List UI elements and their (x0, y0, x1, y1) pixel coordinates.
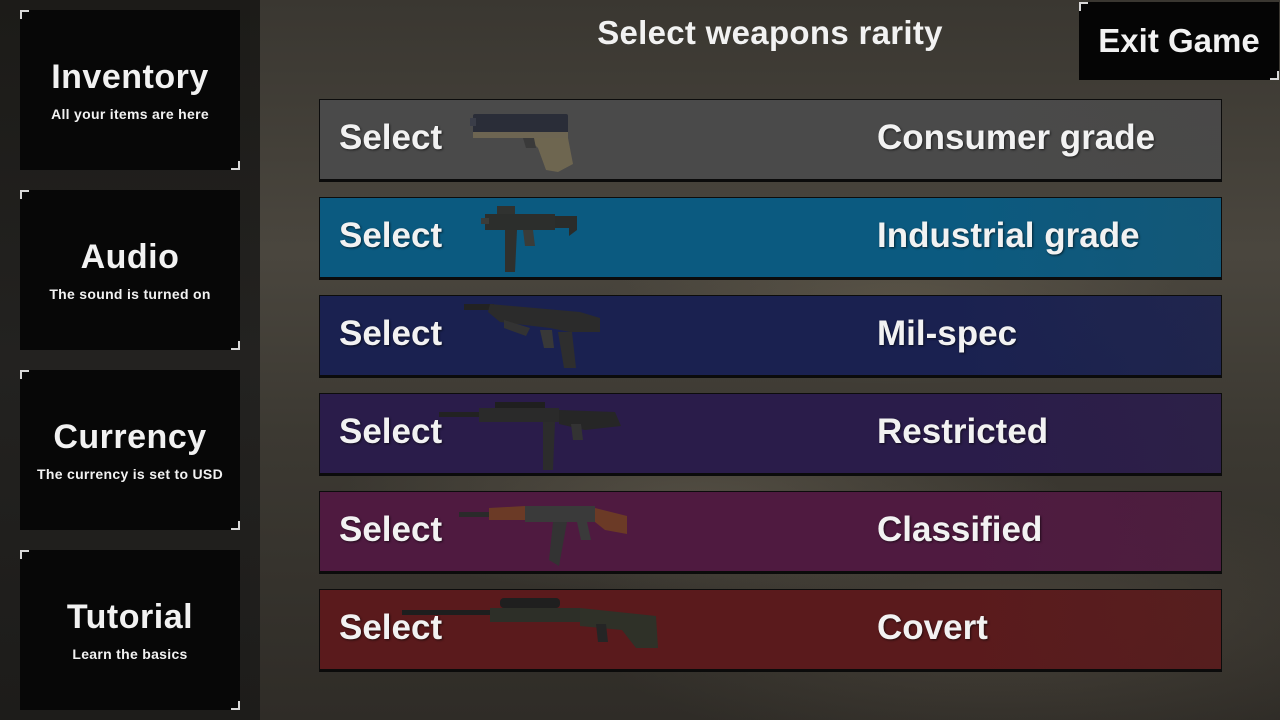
currency-button[interactable]: Currency The currency is set to USD (20, 370, 240, 530)
corner-bracket (20, 550, 29, 559)
rarity-name: Consumer grade (877, 118, 1156, 157)
corner-bracket (231, 341, 240, 350)
rarity-row-consumer-grade[interactable]: Select Consumer grade (319, 99, 1222, 182)
menu-subtitle: All your items are here (51, 106, 209, 122)
shotgun-icon (464, 304, 600, 368)
corner-bracket (20, 370, 29, 379)
rarity-row-mil-spec[interactable]: Select Mil-spec (319, 295, 1222, 378)
tutorial-button[interactable]: Tutorial Learn the basics (20, 550, 240, 710)
select-label: Select (339, 510, 443, 549)
corner-bracket (1270, 71, 1279, 80)
menu-subtitle: Learn the basics (72, 646, 188, 662)
sniper-rifle-icon (402, 598, 658, 648)
menu-subtitle: The sound is turned on (49, 286, 211, 302)
rifle-icon (439, 402, 621, 470)
corner-bracket (20, 10, 29, 19)
smg-icon (481, 206, 577, 272)
menu-title: Tutorial (66, 598, 194, 636)
menu-title: Inventory (51, 58, 209, 96)
rarity-row-restricted[interactable]: Select Restricted (319, 393, 1222, 476)
rarity-name: Mil-spec (877, 314, 1018, 353)
rarity-row-classified[interactable]: Select Classified (319, 491, 1222, 574)
rarity-name: Restricted (877, 412, 1049, 451)
select-label: Select (339, 314, 443, 353)
sidebar: Inventory All your items are here Audio … (0, 0, 260, 720)
exit-game-button[interactable]: Exit Game (1079, 2, 1279, 80)
select-label: Select (339, 216, 443, 255)
corner-bracket (231, 161, 240, 170)
exit-game-label: Exit Game (1098, 22, 1260, 59)
menu-title: Audio (80, 238, 180, 276)
rarity-name: Covert (877, 608, 988, 647)
corner-bracket (1079, 2, 1088, 11)
select-label: Select (339, 412, 443, 451)
rarity-row-industrial-grade[interactable]: Select Industrial grade (319, 197, 1222, 280)
inventory-button[interactable]: Inventory All your items are here (20, 10, 240, 170)
pistol-icon (470, 114, 573, 172)
menu-subtitle: The currency is set to USD (37, 466, 223, 482)
page-title: Select weapons rarity (597, 14, 943, 51)
rarity-name: Industrial grade (877, 216, 1140, 255)
corner-bracket (20, 190, 29, 199)
rarity-row-covert[interactable]: Select Covert (319, 589, 1222, 672)
rarity-name: Classified (877, 510, 1043, 549)
select-label: Select (339, 118, 443, 157)
assault-rifle-icon (459, 506, 627, 566)
corner-bracket (231, 701, 240, 710)
audio-button[interactable]: Audio The sound is turned on (20, 190, 240, 350)
corner-bracket (231, 521, 240, 530)
menu-title: Currency (53, 418, 207, 456)
